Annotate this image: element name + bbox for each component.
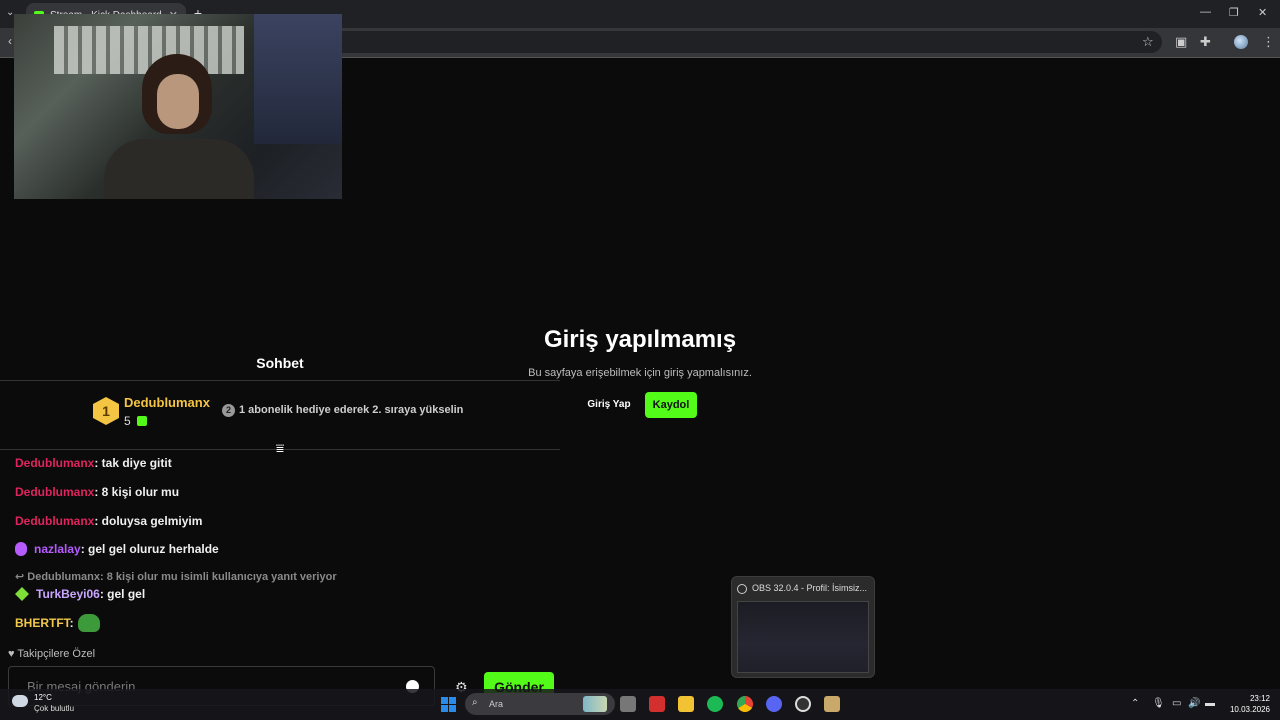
webcam-overlay xyxy=(14,14,342,199)
microphone-icon[interactable]: 🎙 xyxy=(1152,698,1165,709)
cloud-icon[interactable] xyxy=(12,695,28,707)
chat-title: Sohbet xyxy=(256,355,304,371)
chat-text: : xyxy=(69,616,74,630)
obs-icon xyxy=(737,584,747,594)
top-gifter-count: 5 xyxy=(124,414,131,428)
chat-username[interactable]: Dedublumanx xyxy=(15,456,94,470)
weather-temperature: 12°C xyxy=(34,693,52,702)
bookmark-star-icon[interactable]: ☆ xyxy=(1142,34,1154,50)
background-window xyxy=(254,14,342,144)
leaderboard-hint: 1 abonelik hediye ederek 2. sıraya yükse… xyxy=(239,404,464,416)
task-view-icon[interactable] xyxy=(620,696,636,712)
followers-only-label: ♥ Takipçilere Özel xyxy=(8,648,95,660)
register-button[interactable]: Kaydol xyxy=(645,392,697,418)
restore-icon[interactable]: ❐ xyxy=(1229,6,1239,19)
obs-window-thumbnail[interactable] xyxy=(737,601,869,673)
widget-landscape-icon[interactable] xyxy=(583,696,607,712)
chat-username[interactable]: BHERTFT xyxy=(15,616,70,630)
mic-badge-icon xyxy=(15,542,27,556)
streamer-face xyxy=(157,74,199,129)
extensions-icon[interactable]: ✚ xyxy=(1200,34,1211,50)
chat-text: : tak diye gitit xyxy=(94,456,172,470)
taskbar-clock[interactable]: 23:12 10.03.2026 xyxy=(1226,693,1270,715)
minimize-icon[interactable]: — xyxy=(1200,6,1211,18)
rank-badge-icon: 1 xyxy=(93,397,119,425)
windows-taskbar xyxy=(0,689,1280,720)
divider xyxy=(0,380,560,381)
reply-icon: ↩ xyxy=(15,571,28,583)
browser-menu-icon[interactable]: ⋮ xyxy=(1262,34,1275,50)
reply-note: ↩ Dedublumanx: 8 kişi olur mu isimli kul… xyxy=(15,570,337,583)
league-client-icon[interactable] xyxy=(824,696,840,712)
search-icon: ⌕ xyxy=(472,697,478,708)
heart-icon: ♥ xyxy=(8,648,18,660)
streamer-body xyxy=(104,139,254,199)
chat-message: BHERTFT: xyxy=(15,614,100,632)
chat-text: : doluysa gelmiyim xyxy=(94,514,203,528)
chat-message: Dedublumanx: doluysa gelmiyim xyxy=(15,514,202,528)
weather-description: Çok bulutlu xyxy=(34,704,75,713)
next-rank-icon: 2 xyxy=(222,404,235,417)
windows-start-icon[interactable] xyxy=(441,697,456,712)
login-button[interactable]: Giriş Yap xyxy=(582,394,636,416)
profile-avatar[interactable] xyxy=(1234,35,1248,49)
tray-chevron-icon[interactable]: ⌃ xyxy=(1131,698,1139,709)
top-gifter-name[interactable]: Dedublumanx xyxy=(124,395,210,410)
chat-text: : gel gel xyxy=(99,587,146,601)
battery-icon[interactable]: ▬ xyxy=(1205,698,1215,709)
chat-username[interactable]: Dedublumanx xyxy=(15,514,94,528)
chat-username[interactable]: Dedublumanx xyxy=(15,485,94,499)
clock-time: 23:12 xyxy=(1249,694,1270,703)
chat-username[interactable]: TurkBeyi06 xyxy=(36,587,100,601)
reading-mode-icon[interactable]: ▣ xyxy=(1175,34,1187,50)
page-title: Giriş yapılmamış xyxy=(543,326,737,353)
network-icon[interactable]: ▭ xyxy=(1172,698,1181,709)
chat-message: Dedublumanx: 8 kişi olur mu xyxy=(15,485,179,499)
sparkle-badge-icon xyxy=(15,587,29,601)
gift-sub-icon xyxy=(137,416,147,426)
back-icon[interactable]: ‹ xyxy=(8,34,12,48)
pepe-emote-icon xyxy=(77,614,100,632)
chat-message: TurkBeyi06: gel gel xyxy=(15,587,145,601)
volume-icon[interactable]: 🔊 xyxy=(1188,698,1200,709)
obs-taskbar-icon[interactable] xyxy=(795,696,811,712)
chat-text: : 8 kişi olur mu xyxy=(94,485,180,499)
chat-username[interactable]: nazlalay xyxy=(34,542,81,556)
close-window-icon[interactable]: ✕ xyxy=(1258,6,1267,19)
obs-window-title: OBS 32.0.4 - Profil: İsimsiz... xyxy=(752,583,868,593)
chat-text: : gel gel oluruz herhalde xyxy=(80,542,219,556)
clock-date: 10.03.2026 xyxy=(1229,705,1270,714)
chrome-icon[interactable] xyxy=(737,696,753,712)
collapse-pinned-icon[interactable]: ⩸ xyxy=(272,441,288,455)
discord-icon[interactable] xyxy=(766,696,782,712)
chat-message: Dedublumanx: tak diye gitit xyxy=(15,456,172,470)
pdf-app-icon[interactable] xyxy=(649,696,665,712)
followers-only-text: Takipçilere Özel xyxy=(17,648,96,660)
reply-text: Dedublumanx: 8 kişi olur mu isimli kulla… xyxy=(27,571,337,583)
chat-message: nazlalay: gel gel oluruz herhalde xyxy=(15,542,219,556)
file-explorer-icon[interactable] xyxy=(678,696,694,712)
spotify-icon[interactable] xyxy=(707,696,723,712)
